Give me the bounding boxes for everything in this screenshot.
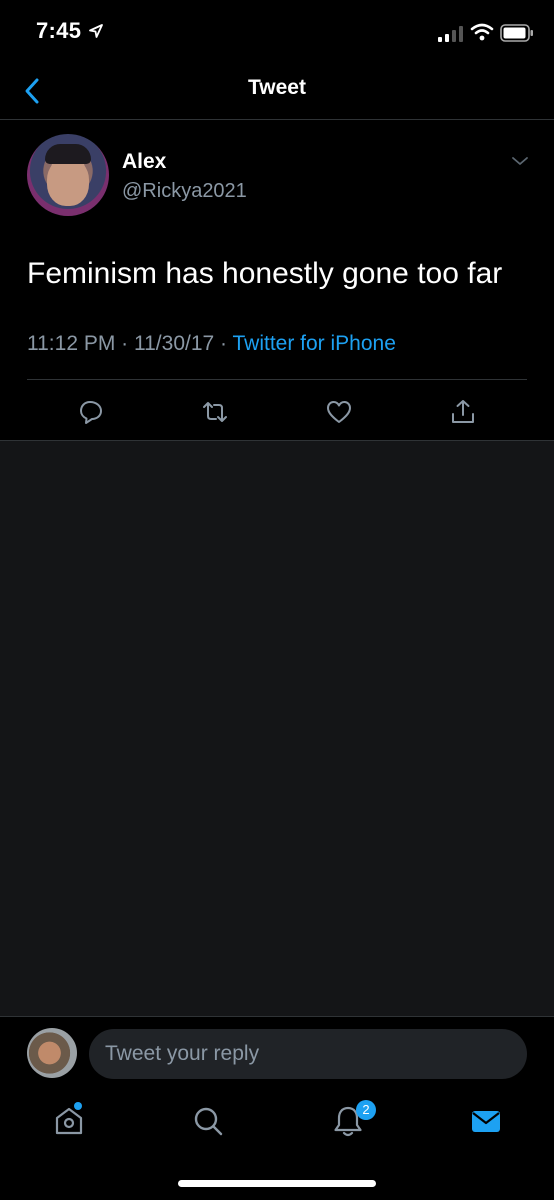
wifi-icon xyxy=(470,23,494,41)
avatar-hair xyxy=(45,144,91,164)
home-icon xyxy=(55,1107,83,1135)
battery-icon xyxy=(500,24,533,42)
notifications-badge: 2 xyxy=(356,1100,376,1120)
tab-home[interactable] xyxy=(52,1104,86,1138)
tweet: Alex @Rickya2021 Feminism has honestly g… xyxy=(0,120,554,440)
tweet-meta: 11:12 PM · 11/30/17 · Twitter for iPhone xyxy=(27,332,396,356)
share-icon xyxy=(452,400,474,423)
status-time: 7:45 xyxy=(36,18,82,43)
tweet-text: Feminism has honestly gone too far xyxy=(27,257,503,290)
reply-bar xyxy=(0,1016,554,1090)
location-arrow-icon xyxy=(89,24,103,38)
retweet-icon xyxy=(203,402,227,422)
retweet-button[interactable] xyxy=(201,398,229,426)
reply-input[interactable] xyxy=(89,1029,527,1079)
tweet-actions xyxy=(0,380,554,440)
author-avatar[interactable] xyxy=(27,134,109,216)
home-new-dot xyxy=(74,1102,82,1110)
messages-icon xyxy=(472,1111,500,1132)
tweet-detail-screen: 7:45 Tweet Alex @Rickya2021 Feminism has… xyxy=(0,0,554,1200)
status-bar: 7:45 xyxy=(0,0,554,64)
replies-area xyxy=(0,441,554,1016)
tweet-date: 11/30/17 xyxy=(134,332,215,355)
author-handle[interactable]: @Rickya2021 xyxy=(122,180,247,203)
reply-button[interactable] xyxy=(77,398,105,426)
page-title: Tweet xyxy=(248,76,306,99)
signal-icon xyxy=(438,26,463,42)
nav-header: Tweet xyxy=(0,64,554,120)
tab-search[interactable] xyxy=(191,1104,225,1138)
meta-separator: · xyxy=(121,332,134,355)
tweet-source-link[interactable]: Twitter for iPhone xyxy=(232,332,395,355)
author-name[interactable]: Alex xyxy=(122,150,166,174)
tab-messages[interactable] xyxy=(469,1104,503,1138)
chevron-down-icon[interactable] xyxy=(510,154,530,168)
like-button[interactable] xyxy=(325,398,353,426)
home-indicator[interactable] xyxy=(178,1180,376,1187)
my-avatar xyxy=(27,1028,77,1078)
search-icon xyxy=(194,1107,223,1136)
reply-icon xyxy=(80,401,102,424)
tweet-time: 11:12 PM xyxy=(27,332,116,355)
like-icon xyxy=(327,401,351,423)
share-button[interactable] xyxy=(449,398,477,426)
meta-separator: · xyxy=(220,332,233,355)
avatar-face xyxy=(47,158,89,206)
